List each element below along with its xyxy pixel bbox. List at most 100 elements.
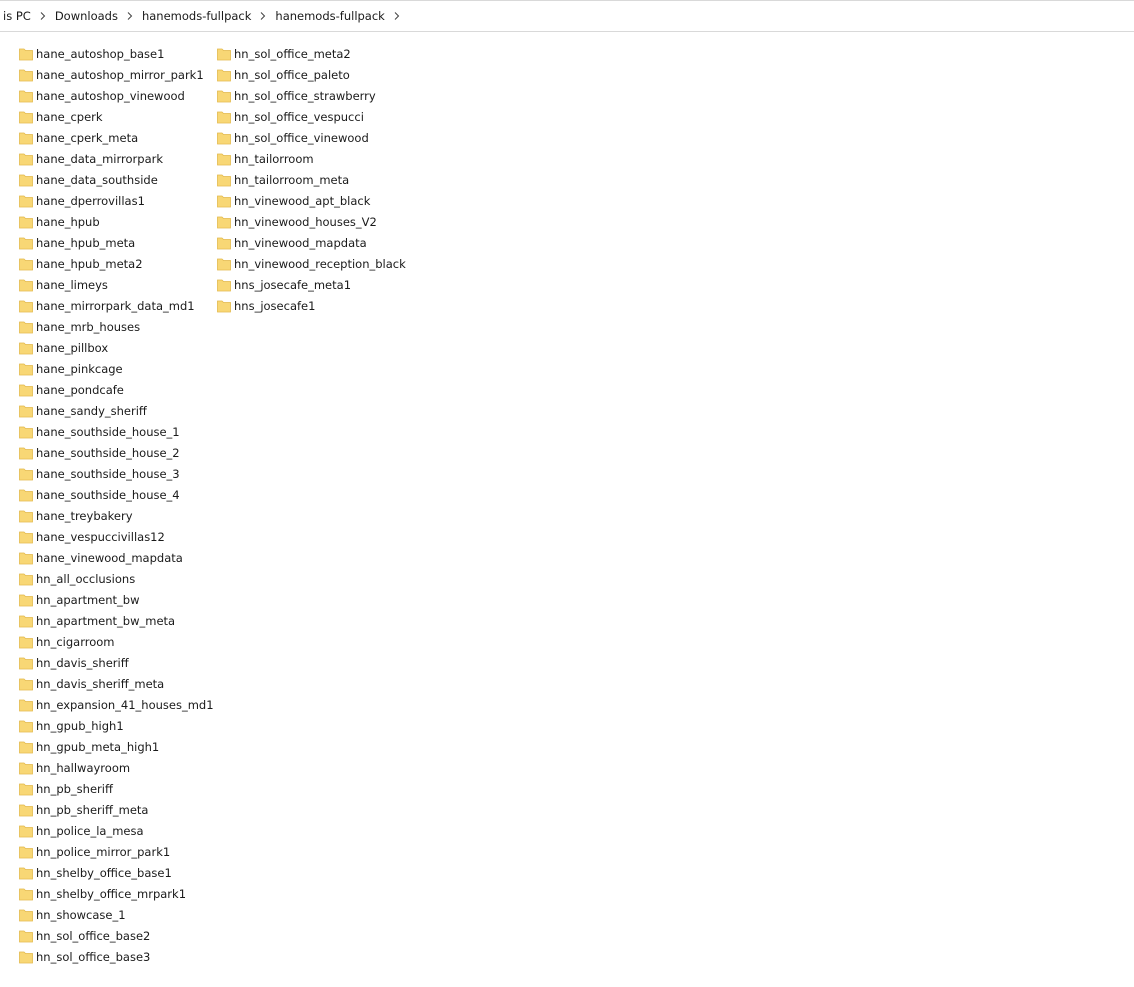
- folder-item[interactable]: hn_sol_office_meta2: [216, 43, 406, 64]
- folder-name: hane_pillbox: [36, 340, 109, 355]
- chevron-right-icon[interactable]: [388, 5, 406, 27]
- folder-name: hane_vinewood_mapdata: [36, 550, 183, 565]
- folder-item[interactable]: hn_hallwayroom: [18, 757, 214, 778]
- folder-name: hane_data_mirrorpark: [36, 151, 163, 166]
- folder-item[interactable]: hane_pinkcage: [18, 358, 214, 379]
- folder-item[interactable]: hane_treybakery: [18, 505, 214, 526]
- folder-item[interactable]: hn_davis_sheriff: [18, 652, 214, 673]
- folder-item[interactable]: hn_police_la_mesa: [18, 820, 214, 841]
- chevron-right-icon[interactable]: [34, 5, 52, 27]
- folder-name: hane_hpub_meta: [36, 235, 136, 250]
- folder-item[interactable]: hane_pondcafe: [18, 379, 214, 400]
- folder-item[interactable]: hn_shelby_office_mrpark1: [18, 883, 214, 904]
- folder-name: hn_apartment_bw_meta: [36, 613, 176, 628]
- folder-item[interactable]: hn_vinewood_mapdata: [216, 232, 406, 253]
- folder-item[interactable]: hane_limeys: [18, 274, 214, 295]
- folder-name: hn_sol_office_strawberry: [234, 88, 376, 103]
- folder-item[interactable]: hane_hpub_meta2: [18, 253, 214, 274]
- breadcrumb-label: hanemods-fullpack: [275, 9, 385, 23]
- folder-item[interactable]: hane_dperrovillas1: [18, 190, 214, 211]
- folder-item[interactable]: hane_southside_house_3: [18, 463, 214, 484]
- folder-item[interactable]: hane_cperk_meta: [18, 127, 214, 148]
- folder-name: hane_southside_house_1: [36, 424, 180, 439]
- folder-item[interactable]: hane_pillbox: [18, 337, 214, 358]
- file-list[interactable]: hane_autoshop_base1 hane_autoshop_mirror_…: [0, 32, 1134, 987]
- folder-item[interactable]: hns_josecafe1: [216, 295, 406, 316]
- breadcrumb-item-hanemods-fullpack[interactable]: hanemods-fullpack: [139, 5, 254, 27]
- folder-icon: [18, 256, 34, 272]
- folder-icon: [18, 886, 34, 902]
- folder-item[interactable]: hane_data_southside: [18, 169, 214, 190]
- folder-item[interactable]: hane_data_mirrorpark: [18, 148, 214, 169]
- folder-name: hane_cperk_meta: [36, 130, 139, 145]
- folder-name: hn_shelby_office_base1: [36, 865, 172, 880]
- folder-item[interactable]: hn_vinewood_houses_V2: [216, 211, 406, 232]
- folder-item[interactable]: hane_mirrorpark_data_md1: [18, 295, 214, 316]
- folder-item[interactable]: hn_sol_office_paleto: [216, 64, 406, 85]
- folder-item[interactable]: hane_sandy_sheriff: [18, 400, 214, 421]
- folder-item[interactable]: hane_autoshop_mirror_park1: [18, 64, 214, 85]
- folder-icon: [18, 781, 34, 797]
- folder-item[interactable]: hn_gpub_high1: [18, 715, 214, 736]
- folder-item[interactable]: hn_tailorroom_meta: [216, 169, 406, 190]
- chevron-right-icon[interactable]: [121, 5, 139, 27]
- folder-icon: [18, 697, 34, 713]
- folder-name: hn_davis_sheriff_meta: [36, 676, 165, 691]
- folder-name: hn_cigarroom: [36, 634, 115, 649]
- folder-item[interactable]: hane_autoshop_base1: [18, 43, 214, 64]
- folder-item[interactable]: hn_apartment_bw: [18, 589, 214, 610]
- folder-item[interactable]: hn_all_occlusions: [18, 568, 214, 589]
- folder-name: hane_sandy_sheriff: [36, 403, 147, 418]
- folder-item[interactable]: hn_sol_office_vinewood: [216, 127, 406, 148]
- folder-icon: [18, 676, 34, 692]
- folder-item[interactable]: hn_pb_sheriff: [18, 778, 214, 799]
- folder-item[interactable]: hane_southside_house_4: [18, 484, 214, 505]
- folder-name: hn_sol_office_paleto: [234, 67, 350, 82]
- folder-item[interactable]: hane_autoshop_vinewood: [18, 85, 214, 106]
- folder-item[interactable]: hane_vespuccivillas12: [18, 526, 214, 547]
- folder-item[interactable]: hn_pb_sheriff_meta: [18, 799, 214, 820]
- folder-name: hn_expansion_41_houses_md1: [36, 697, 214, 712]
- folder-icon: [18, 508, 34, 524]
- folder-item[interactable]: hn_sol_office_strawberry: [216, 85, 406, 106]
- address-bar[interactable]: is PC Downloads hanemods-fullpack hanemo…: [0, 0, 1134, 32]
- folder-icon: [18, 67, 34, 83]
- folder-item[interactable]: hn_vinewood_apt_black: [216, 190, 406, 211]
- folder-item[interactable]: hn_expansion_41_houses_md1: [18, 694, 214, 715]
- folder-icon: [216, 67, 232, 83]
- folder-item[interactable]: hn_vinewood_reception_black: [216, 253, 406, 274]
- breadcrumb-item-downloads[interactable]: Downloads: [52, 5, 121, 27]
- folder-item[interactable]: hn_showcase_1: [18, 904, 214, 925]
- chevron-right-icon[interactable]: [254, 5, 272, 27]
- folder-item[interactable]: hane_southside_house_2: [18, 442, 214, 463]
- folder-icon: [216, 277, 232, 293]
- folder-item[interactable]: hn_gpub_meta_high1: [18, 736, 214, 757]
- folder-icon: [18, 172, 34, 188]
- folder-item[interactable]: hane_southside_house_1: [18, 421, 214, 442]
- folder-item[interactable]: hn_davis_sheriff_meta: [18, 673, 214, 694]
- breadcrumb-label: Downloads: [54, 9, 118, 23]
- breadcrumb-item-hanemods-fullpack-current[interactable]: hanemods-fullpack: [272, 5, 387, 27]
- folder-item[interactable]: hn_shelby_office_base1: [18, 862, 214, 883]
- folder-icon: [18, 655, 34, 671]
- folder-item[interactable]: hane_hpub_meta: [18, 232, 214, 253]
- folder-item[interactable]: hn_sol_office_vespucci: [216, 106, 406, 127]
- folder-item[interactable]: hn_tailorroom: [216, 148, 406, 169]
- folder-name: hn_vinewood_houses_V2: [234, 214, 377, 229]
- folder-item[interactable]: hn_sol_office_base2: [18, 925, 214, 946]
- folder-item[interactable]: hn_cigarroom: [18, 631, 214, 652]
- breadcrumb-item-this-pc[interactable]: is PC: [0, 5, 34, 27]
- folder-name: hn_sol_office_meta2: [234, 46, 351, 61]
- folder-name: hn_police_mirror_park1: [36, 844, 171, 859]
- folder-item[interactable]: hane_cperk: [18, 106, 214, 127]
- folder-item[interactable]: hn_apartment_bw_meta: [18, 610, 214, 631]
- folder-icon: [216, 256, 232, 272]
- folder-icon: [18, 403, 34, 419]
- folder-item[interactable]: hane_hpub: [18, 211, 214, 232]
- folder-item[interactable]: hane_mrb_houses: [18, 316, 214, 337]
- folder-item[interactable]: hane_vinewood_mapdata: [18, 547, 214, 568]
- folder-name: hn_showcase_1: [36, 907, 126, 922]
- folder-item[interactable]: hn_sol_office_base3: [18, 946, 214, 967]
- folder-item[interactable]: hns_josecafe_meta1: [216, 274, 406, 295]
- folder-item[interactable]: hn_police_mirror_park1: [18, 841, 214, 862]
